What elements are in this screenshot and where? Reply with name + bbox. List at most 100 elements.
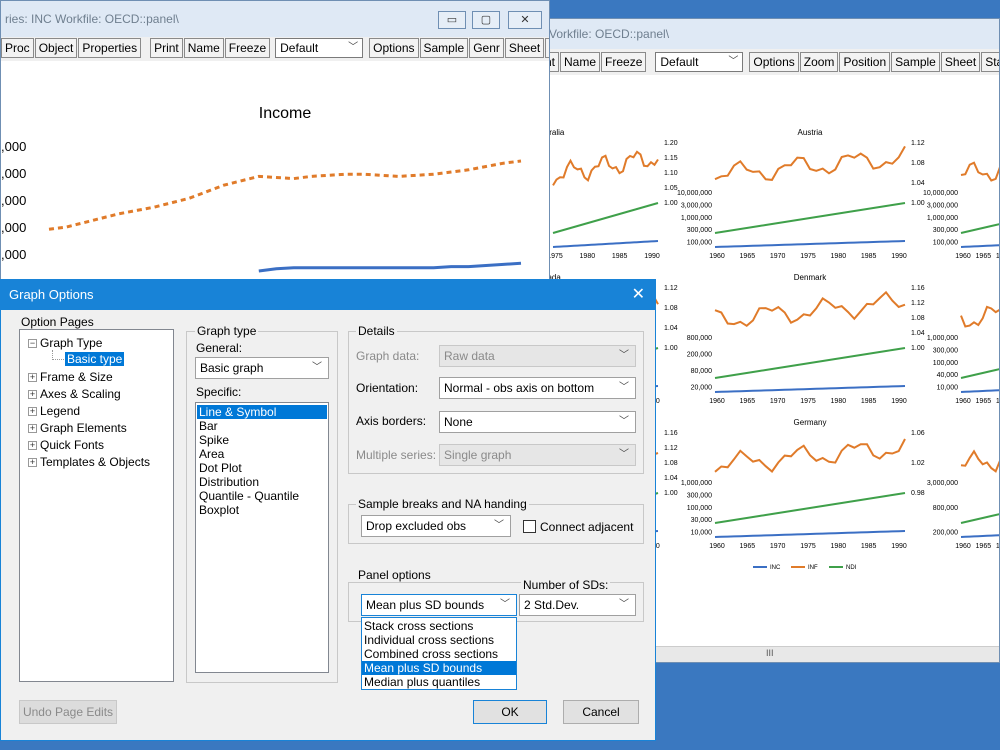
inc-series-line	[960, 534, 999, 538]
panel-right-tick: 1.04	[911, 330, 925, 337]
panel-right-tick: 1.08	[911, 315, 925, 322]
collapse-icon[interactable]: −	[28, 339, 37, 349]
number-sds-select[interactable]: 2 Std.Dev. ﹀	[519, 594, 636, 616]
specific-item-area[interactable]: Area	[197, 447, 327, 461]
template-combo[interactable]: Default ﹀	[275, 38, 364, 58]
panel-left-tick: 200,000	[687, 352, 712, 359]
template-combo[interactable]: Default ﹀	[655, 52, 744, 72]
proc-button[interactable]: Proc	[1, 38, 34, 58]
freeze-button[interactable]: Freeze	[224, 38, 271, 58]
sample-breaks-select[interactable]: Drop excluded obs ﹀	[361, 515, 511, 537]
cancel-button[interactable]: Cancel	[563, 700, 639, 724]
genr-button[interactable]: Genr	[469, 38, 504, 58]
panel-x-tick: 1985	[861, 543, 877, 550]
undo-page-edits-button[interactable]: Undo Page Edits	[19, 700, 117, 724]
dialog-close-button[interactable]: ✕	[632, 280, 645, 310]
specific-item-distribution[interactable]: Distribution	[197, 475, 327, 489]
panel-right-tick: 1.04	[664, 475, 678, 482]
dropdown-option-individual[interactable]: Individual cross sections	[362, 633, 516, 647]
panel-window-titlebar[interactable]: Vorkfile: OECD::panel\	[541, 19, 999, 49]
specific-item-spike[interactable]: Spike	[197, 433, 327, 447]
panel-x-tick: 1960	[955, 398, 971, 405]
specific-item-dot-plot[interactable]: Dot Plot	[197, 461, 327, 475]
panel-right-tick: 1.05	[664, 185, 678, 192]
expand-icon[interactable]: +	[28, 424, 37, 434]
expand-icon[interactable]: +	[28, 458, 37, 468]
specific-listbox[interactable]: Line & Symbol Bar Spike Area Dot Plot Di…	[195, 402, 329, 673]
panel-chart: 3,000,000800,000200,00019601965197019751…	[927, 449, 999, 550]
panel-right-tick: 1.12	[664, 445, 678, 452]
options-button[interactable]: Options	[369, 38, 419, 58]
axis-borders-select[interactable]: None ﹀	[439, 411, 636, 433]
name-button[interactable]: Name	[183, 38, 224, 58]
tree-item-graph-type[interactable]: − Graph Type	[28, 336, 102, 350]
dialog-titlebar[interactable]: Graph Options	[1, 280, 655, 310]
series-window-titlebar[interactable]: ries: INC Workfile: OECD::panel\	[1, 1, 549, 37]
tree-item-label: Basic type	[67, 352, 123, 366]
panel-right-tick: 1.16	[664, 430, 678, 437]
general-select-value: Basic graph	[200, 361, 264, 375]
panel-left-tick: 800,000	[933, 505, 958, 512]
inf-series-line	[960, 449, 999, 473]
tree-item-axes-scaling[interactable]: + Axes & Scaling	[28, 387, 121, 401]
expand-icon[interactable]: +	[28, 407, 37, 417]
general-label: General:	[196, 341, 243, 355]
specific-item-bar[interactable]: Bar	[197, 419, 327, 433]
panel-right-tick: 1.04	[911, 180, 925, 187]
template-combo-value: Default	[280, 41, 319, 55]
dropdown-option-mean-sd[interactable]: Mean plus SD bounds	[362, 661, 516, 675]
minimize-button[interactable]: ▭	[438, 11, 466, 29]
panel-x-tick: 1965	[740, 398, 756, 405]
tree-item-basic-type[interactable]: Basic type	[65, 352, 125, 366]
ok-button[interactable]: OK	[473, 700, 547, 724]
print-button[interactable]: Print	[150, 38, 183, 58]
close-window-button[interactable]: ✕	[508, 11, 542, 29]
dropdown-option-median-quantiles[interactable]: Median plus quantiles	[362, 675, 516, 689]
panel-left-tick: 100,000	[933, 240, 958, 247]
stats-button[interactable]: Sta	[981, 52, 999, 72]
tree-item-quick-fonts[interactable]: + Quick Fonts	[28, 438, 104, 452]
tree-item-frame-size[interactable]: + Frame & Size	[28, 370, 113, 384]
object-button[interactable]: Object	[34, 38, 78, 58]
specific-item-boxplot[interactable]: Boxplot	[197, 503, 327, 517]
sheet-button[interactable]: Sheet	[940, 52, 981, 72]
stats-button[interactable]: S	[545, 38, 549, 58]
options-button[interactable]: Options	[749, 52, 799, 72]
specific-item-quantile[interactable]: Quantile - Quantile	[197, 489, 327, 503]
panel-title: Austria	[798, 128, 823, 137]
multiple-series-select[interactable]: Single graph ﹀	[439, 444, 636, 466]
panel-options-select[interactable]: Mean plus SD bounds ﹀	[361, 594, 517, 616]
tree-item-graph-elements[interactable]: + Graph Elements	[28, 421, 127, 435]
panel-left-tick: 10,000	[937, 385, 959, 392]
position-button[interactable]: Position	[839, 52, 891, 72]
specific-item-line-symbol[interactable]: Line & Symbol	[197, 405, 327, 419]
zoom-button[interactable]: Zoom	[799, 52, 839, 72]
maximize-button[interactable]: ▢	[472, 11, 500, 29]
panel-right-tick: 1.00	[911, 345, 925, 352]
general-select[interactable]: Basic graph ﹀	[195, 357, 329, 379]
name-button[interactable]: Name	[560, 52, 601, 72]
panel-x-tick: 1970	[770, 253, 786, 260]
freeze-button[interactable]: Freeze	[601, 52, 647, 72]
connect-adjacent-checkbox[interactable]	[523, 520, 536, 533]
dropdown-option-combined[interactable]: Combined cross sections	[362, 647, 516, 661]
panel-left-tick: 1,000,000	[681, 215, 712, 222]
option-pages-tree[interactable]: − Graph Type Basic type + Frame & Size + Ax…	[19, 329, 174, 682]
expand-icon[interactable]: +	[28, 390, 37, 400]
legend-label: NDI	[846, 565, 857, 571]
expand-icon[interactable]: +	[28, 441, 37, 451]
sheet-button[interactable]: Sheet	[504, 38, 545, 58]
graph-data-select[interactable]: Raw data ﹀	[439, 345, 636, 367]
panel-right-tick: 1.06	[911, 430, 925, 437]
orientation-select[interactable]: Normal - obs axis on bottom ﹀	[439, 377, 636, 399]
sample-button[interactable]: Sample	[419, 38, 469, 58]
close-icon: ✕	[631, 286, 645, 303]
properties-button[interactable]: Properties	[78, 38, 142, 58]
tree-item-legend[interactable]: + Legend	[28, 404, 80, 418]
expand-icon[interactable]: +	[28, 373, 37, 383]
panel-chart: 1,000,000 300,000 100,000 40,000 10,000 1960 1…	[927, 305, 999, 405]
tree-item-templates-objects[interactable]: + Templates & Objects	[28, 455, 150, 469]
sample-button[interactable]: Sample	[891, 52, 940, 72]
dropdown-option-stack[interactable]: Stack cross sections	[362, 619, 516, 633]
panel-left-tick: 1,000,000	[927, 215, 958, 222]
